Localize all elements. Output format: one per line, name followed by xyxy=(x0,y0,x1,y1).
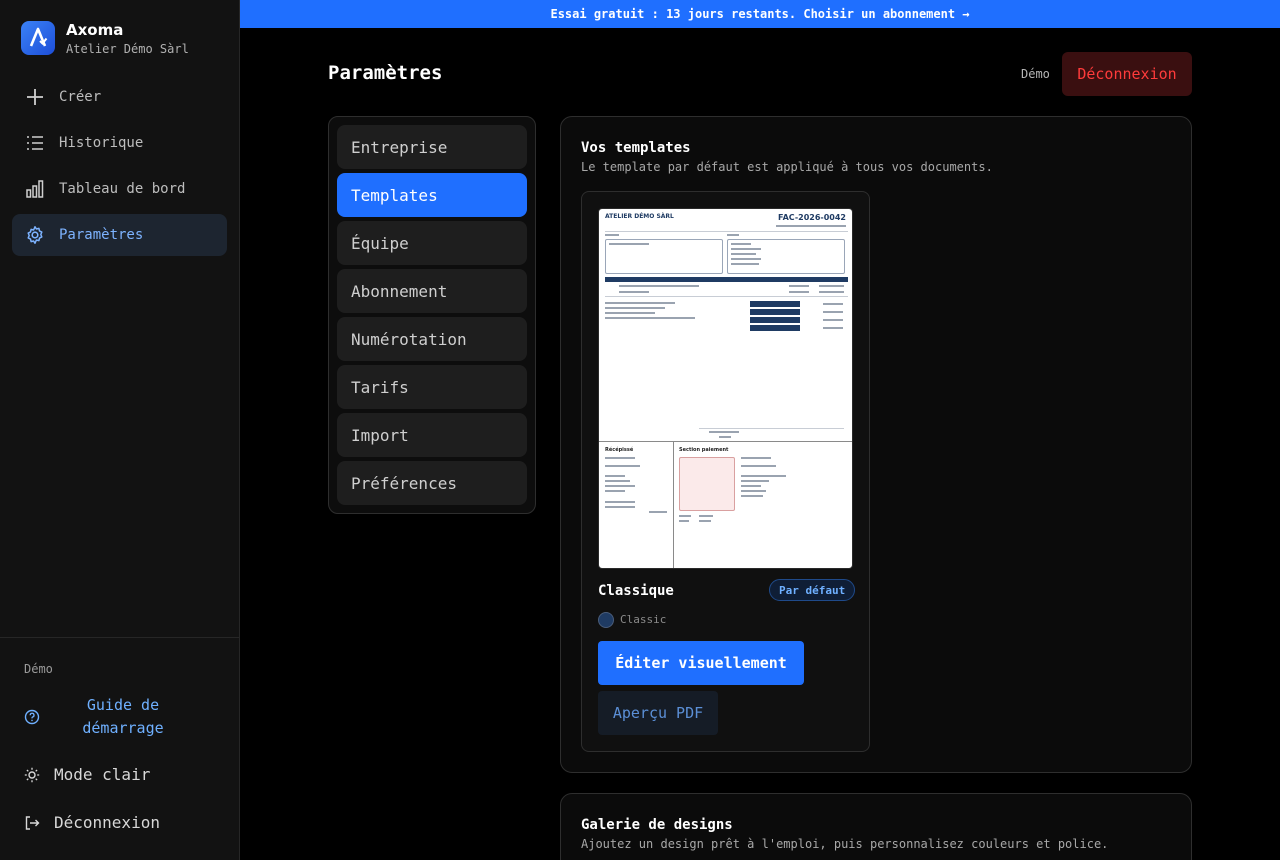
preview-company: ATELIER DÉMO SÀRL xyxy=(605,213,674,220)
template-style-label: Classic xyxy=(620,613,667,626)
edit-visually-button[interactable]: Éditer visuellement xyxy=(598,641,804,685)
main-nav: Créer Historique Tableau de bord Paramèt… xyxy=(12,76,227,260)
sidebar: Axoma Atelier Démo Sàrl Créer Historique… xyxy=(0,0,240,860)
gallery-title: Galerie de designs xyxy=(581,817,733,833)
guide-link[interactable]: Guide de démarrage xyxy=(24,694,234,740)
templates-card: Vos templates Le template par défaut est… xyxy=(560,116,1192,773)
company-name: Atelier Démo Sàrl xyxy=(66,42,189,56)
tab-equipe[interactable]: Équipe xyxy=(337,221,527,265)
tab-preferences[interactable]: Préférences xyxy=(337,461,527,505)
nav-item-label: Créer xyxy=(59,89,102,105)
preview-receipt-label: Récépissé xyxy=(605,447,634,453)
axoma-logo-icon xyxy=(21,21,55,55)
gallery-card: Galerie de designs Ajoutez un design prê… xyxy=(560,793,1192,860)
brand-name: Axoma xyxy=(66,21,124,39)
logout-button[interactable]: Déconnexion xyxy=(1062,52,1192,96)
templates-subtitle: Le template par défaut est appliqué à to… xyxy=(581,160,993,174)
nav-item-label: Tableau de bord xyxy=(59,181,186,197)
tab-templates[interactable]: Templates xyxy=(337,173,527,217)
settings-menu: Entreprise Templates Équipe Abonnement N… xyxy=(328,116,536,514)
color-swatch xyxy=(598,612,614,628)
theme-toggle-label: Mode clair xyxy=(54,765,151,784)
brand[interactable]: Axoma Atelier Démo Sàrl xyxy=(21,21,189,56)
nav-item-parametres[interactable]: Paramètres xyxy=(12,214,227,256)
tab-import[interactable]: Import xyxy=(337,413,527,457)
trial-banner[interactable]: Essai gratuit : 13 jours restants. Chois… xyxy=(240,0,1280,28)
sun-icon xyxy=(24,767,40,782)
sidebar-logout-label: Déconnexion xyxy=(54,813,160,832)
account-label: Démo xyxy=(24,662,53,676)
help-circle-icon xyxy=(24,709,40,725)
nav-item-tableau-de-bord[interactable]: Tableau de bord xyxy=(12,168,227,210)
sidebar-logout[interactable]: Déconnexion xyxy=(24,813,160,832)
guide-link-label: Guide de démarrage xyxy=(82,696,164,737)
template-preview[interactable]: ATELIER DÉMO SÀRL FAC-2026-0042 Récépiss… xyxy=(598,208,853,569)
preview-invoice-number: FAC-2026-0042 xyxy=(778,213,846,222)
tab-numerotation[interactable]: Numérotation xyxy=(337,317,527,361)
template-name: Classique xyxy=(598,583,674,599)
gear-icon xyxy=(27,226,43,244)
bar-chart-icon xyxy=(26,180,44,198)
theme-toggle[interactable]: Mode clair xyxy=(24,765,150,784)
tab-entreprise[interactable]: Entreprise xyxy=(337,125,527,169)
tab-abonnement[interactable]: Abonnement xyxy=(337,269,527,313)
nav-item-label: Historique xyxy=(59,135,144,151)
template-card-classique[interactable]: ATELIER DÉMO SÀRL FAC-2026-0042 Récépiss… xyxy=(581,191,870,752)
list-icon xyxy=(27,136,43,150)
sidebar-footer: Démo Guide de démarrage Mode clair Décon… xyxy=(0,637,239,832)
nav-item-label: Paramètres xyxy=(59,227,144,243)
tab-tarifs[interactable]: Tarifs xyxy=(337,365,527,409)
templates-title: Vos templates xyxy=(581,140,691,156)
user-label: Démo xyxy=(1021,67,1050,81)
plus-icon xyxy=(27,89,43,105)
page-title: Paramètres xyxy=(328,62,443,84)
default-badge: Par défaut xyxy=(769,579,856,601)
nav-item-creer[interactable]: Créer xyxy=(12,76,227,118)
logout-icon xyxy=(25,815,40,830)
gallery-subtitle: Ajoutez un design prêt à l'emploi, puis … xyxy=(581,837,1109,851)
nav-item-historique[interactable]: Historique xyxy=(12,122,227,164)
pdf-preview-button[interactable]: Aperçu PDF xyxy=(598,691,718,735)
preview-payment-label: Section paiement xyxy=(679,447,729,453)
